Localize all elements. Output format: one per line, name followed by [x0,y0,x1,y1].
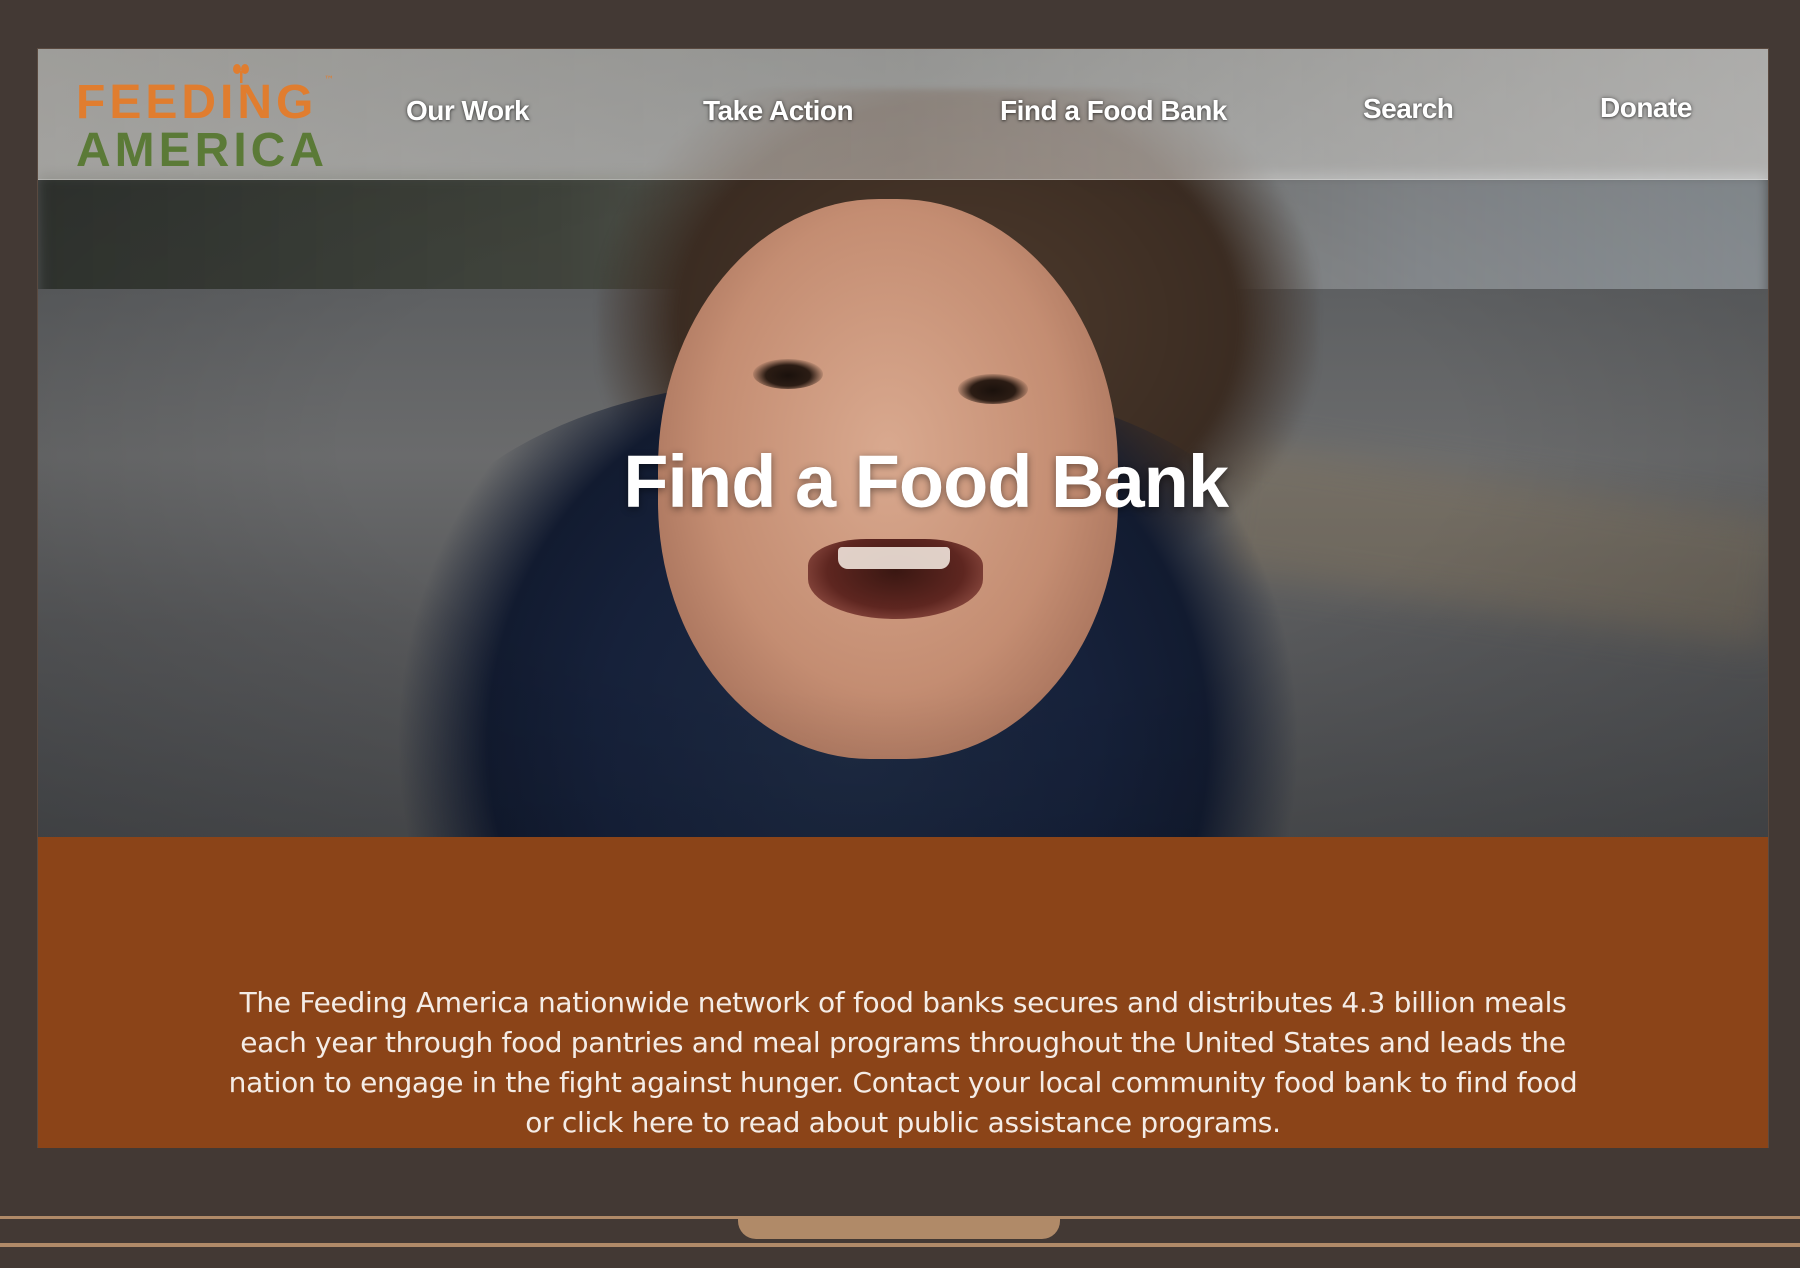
feeding-america-logo[interactable]: FEEDING ™ AMERICA [76,63,336,177]
top-navbar: FEEDING ™ AMERICA Our Work Take Action F… [38,49,1768,180]
logo-trademark: ™ [324,75,334,86]
intro-text: The Feeding America nationwide network o… [228,986,1578,1139]
nav-our-work[interactable]: Our Work [406,95,530,127]
nav-take-action[interactable]: Take Action [703,95,854,127]
logo-word-feeding: FEEDING [76,76,318,129]
screen: Find a Food Bank FEEDING ™ AMERICA Our W… [38,49,1768,1148]
nav-search[interactable]: Search [1363,93,1454,125]
monitor-bezel [0,1148,1800,1268]
intro-section: The Feeding America nationwide network o… [38,839,1768,1148]
logo-word-america: AMERICA [76,124,328,177]
page-title: Find a Food Bank [623,440,1229,523]
monitor-stand [738,1219,1060,1239]
nav-find-a-food-bank[interactable]: Find a Food Bank [1000,95,1227,127]
nav-donate[interactable]: Donate [1600,92,1692,124]
monitor-base-line-bottom [0,1243,1800,1247]
